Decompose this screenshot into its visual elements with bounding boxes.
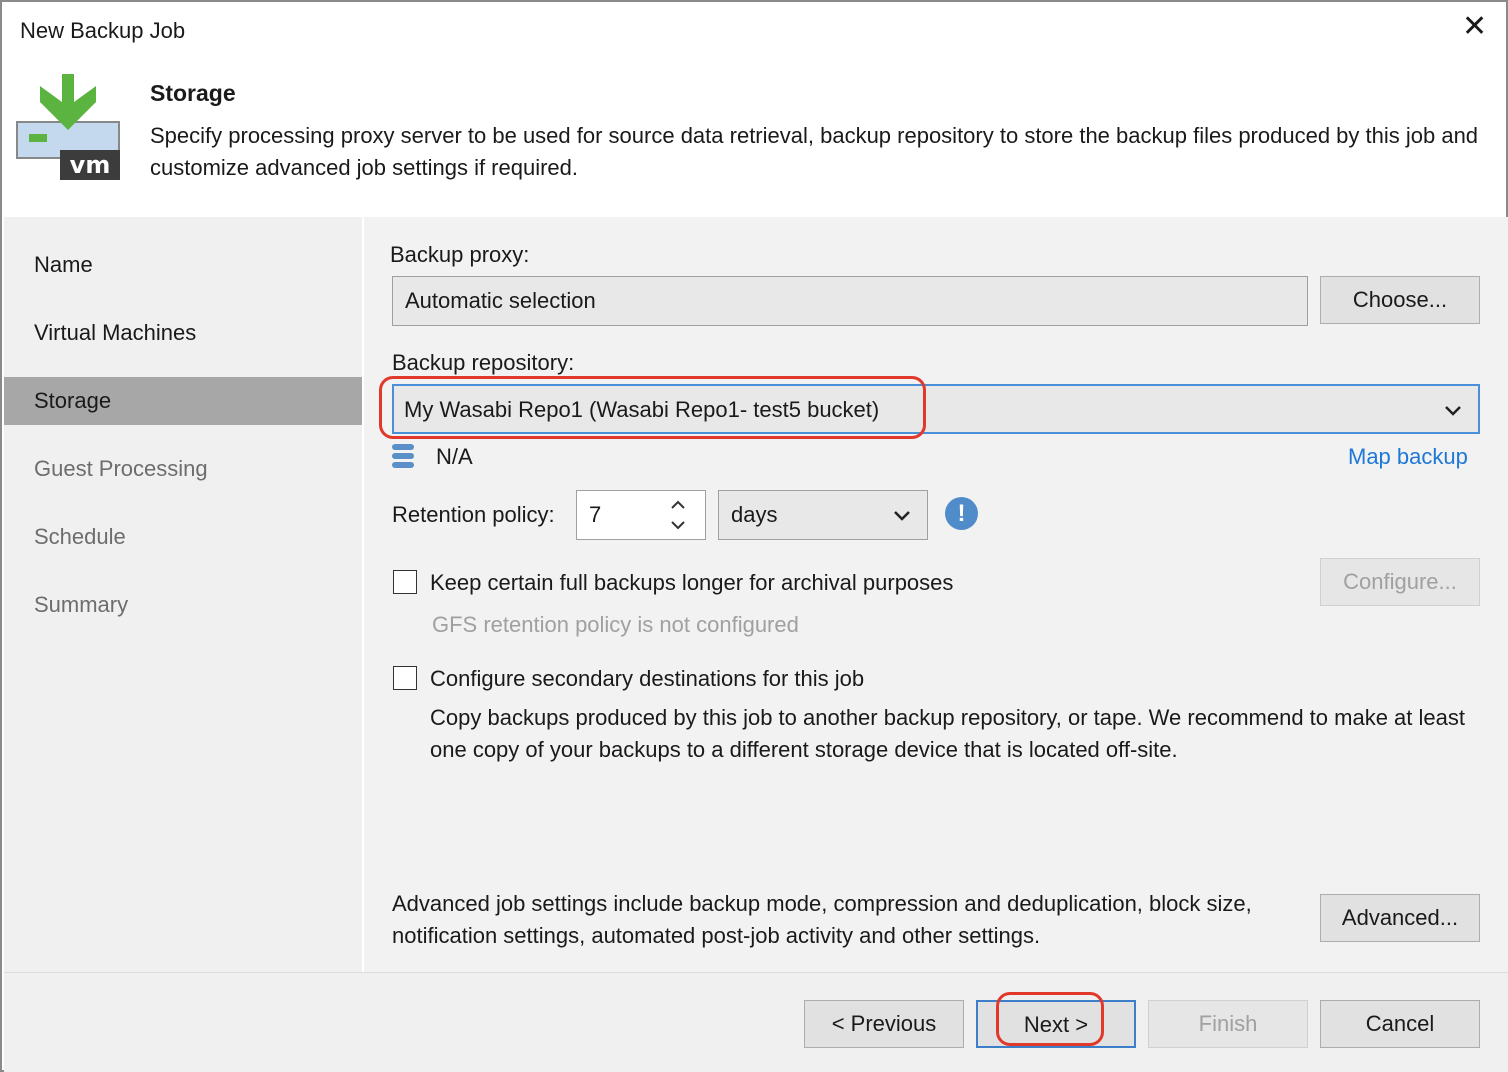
cancel-button[interactable]: Cancel [1320, 1000, 1480, 1048]
svg-text:vm: vm [70, 151, 111, 179]
repository-free-space: N/A [436, 444, 473, 469]
nav-item-virtual-machines[interactable]: Virtual Machines [4, 309, 362, 357]
retention-unit-value: days [731, 502, 778, 527]
nav-item-guest-processing[interactable]: Guest Processing [4, 445, 362, 493]
gfs-label[interactable]: Keep certain full backups longer for arc… [430, 570, 953, 596]
retention-unit-select[interactable]: days [718, 490, 928, 540]
configure-button[interactable]: Configure... [1320, 558, 1480, 606]
dialog-window: New Backup Job ✕ vm Storage Specify proc… [0, 0, 1508, 1072]
warning-info-icon[interactable]: ! [945, 497, 978, 530]
retention-stepper[interactable]: 7 [576, 490, 706, 540]
vm-backup-logo: vm [16, 74, 122, 182]
close-icon[interactable]: ✕ [1462, 12, 1487, 42]
gfs-status: GFS retention policy is not configured [432, 612, 799, 637]
advanced-button[interactable]: Advanced... [1320, 894, 1480, 942]
previous-button[interactable]: < Previous [804, 1000, 964, 1048]
nav-item-summary[interactable]: Summary [4, 581, 362, 629]
secondary-label[interactable]: Configure secondary destinations for thi… [430, 666, 864, 692]
finish-button[interactable]: Finish [1148, 1000, 1308, 1048]
chevron-down-icon [893, 491, 911, 539]
database-icon [392, 442, 414, 478]
secondary-checkbox[interactable] [393, 666, 417, 690]
next-highlight [996, 992, 1104, 1046]
gfs-checkbox[interactable] [393, 570, 417, 594]
proxy-label: Backup proxy: [390, 242, 530, 267]
nav-item-storage[interactable]: Storage [4, 377, 362, 425]
repository-label: Backup repository: [392, 350, 575, 375]
retention-value: 7 [589, 502, 602, 527]
repository-highlight [379, 376, 926, 439]
page-description: Specify processing proxy server to be us… [150, 123, 1479, 180]
chevron-down-icon [1444, 386, 1462, 434]
wizard-nav: Name Virtual Machines Storage Guest Proc… [4, 217, 362, 972]
nav-item-schedule[interactable]: Schedule [4, 513, 362, 561]
retention-label: Retention policy: [392, 502, 555, 527]
map-backup-link[interactable]: Map backup [1348, 444, 1468, 470]
choose-button[interactable]: Choose... [1320, 276, 1480, 324]
window-title: New Backup Job [20, 18, 186, 43]
nav-item-name[interactable]: Name [4, 241, 362, 289]
spin-arrows-icon[interactable] [669, 497, 687, 550]
advanced-description: Advanced job settings include backup mod… [392, 891, 1252, 948]
page-title: Storage [150, 80, 236, 106]
proxy-field[interactable]: Automatic selection [392, 276, 1308, 326]
secondary-description: Copy backups produced by this job to ano… [430, 705, 1465, 762]
